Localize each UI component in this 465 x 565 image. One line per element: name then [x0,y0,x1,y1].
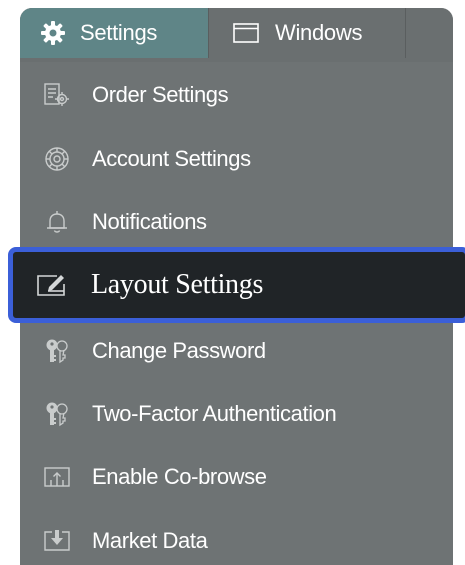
menu-item-label: Notifications [92,209,207,234]
menu-item-enable-co-browse[interactable]: Enable Co-browse [20,448,453,506]
tab-windows[interactable]: Windows [208,8,406,58]
window-icon [233,23,259,43]
menu-item-two-factor-authentication[interactable]: Two-Factor Authentication [20,385,453,443]
order-settings-icon [44,83,69,106]
tab-windows-label: Windows [275,20,363,45]
menu-item-label: Enable Co-browse [92,464,267,489]
menu-item-label: Order Settings [92,82,229,107]
tab-bar: Settings Windows [20,8,453,62]
menu-item-label: Market Data [92,528,208,553]
menu-item-order-settings[interactable]: Order Settings [20,66,453,124]
menu-item-label: Account Settings [92,146,251,171]
menu-item-label: Change Password [92,338,266,363]
co-browse-icon [44,467,70,487]
menu-item-layout-settings[interactable]: Layout Settings [8,247,465,323]
bell-icon [47,211,67,233]
tab-settings-label: Settings [80,20,158,45]
menu-item-change-password[interactable]: Change Password [20,322,453,380]
menu-item-label: Two-Factor Authentication [92,401,337,426]
menu-item-label: Layout Settings [91,269,264,300]
menu-item-notifications[interactable]: Notifications [20,193,453,251]
keys-icon [46,339,68,364]
menu-item-market-data[interactable]: Market Data [20,512,453,565]
keys-icon [46,402,68,427]
market-data-icon [44,530,70,551]
menu-item-account-settings[interactable]: Account Settings [20,130,453,188]
gear-icon [41,21,65,45]
layout-settings-icon [37,275,65,296]
account-settings-icon [45,147,69,171]
tab-settings[interactable]: Settings [20,8,208,58]
